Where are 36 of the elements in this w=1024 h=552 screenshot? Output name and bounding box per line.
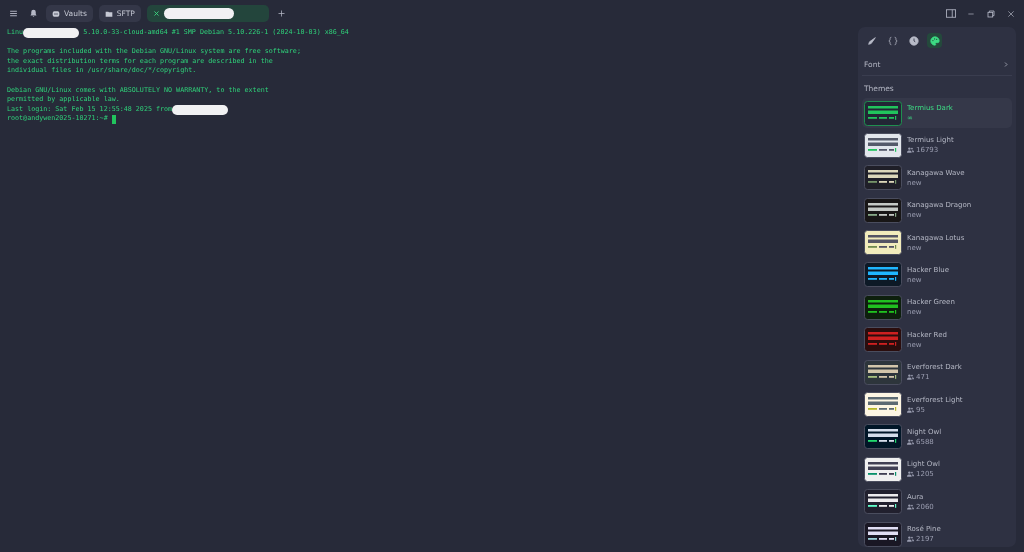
theme-preview bbox=[864, 100, 902, 126]
theme-preview bbox=[864, 294, 902, 320]
sidebar-toggle-icon[interactable] bbox=[944, 6, 958, 21]
close-icon[interactable] bbox=[152, 10, 160, 17]
theme-preview bbox=[864, 392, 902, 417]
users-icon bbox=[907, 406, 914, 413]
theme-preview bbox=[864, 132, 902, 158]
session-tab[interactable] bbox=[146, 5, 269, 22]
users-icon bbox=[907, 374, 914, 381]
theme-preview bbox=[864, 456, 902, 482]
folder-icon bbox=[104, 9, 113, 18]
chevron-right-icon bbox=[1003, 61, 1009, 68]
users-icon bbox=[907, 147, 914, 154]
redaction-mark bbox=[172, 104, 229, 115]
redaction-mark bbox=[163, 8, 234, 19]
users-icon bbox=[907, 503, 914, 510]
theme-preview bbox=[864, 424, 902, 450]
redaction-mark bbox=[23, 27, 80, 38]
tool-tab[interactable] bbox=[927, 33, 942, 48]
theme-preview bbox=[864, 359, 902, 385]
theme-preview bbox=[864, 521, 902, 547]
theme-preview bbox=[864, 489, 902, 515]
theme-preview bbox=[864, 165, 902, 191]
vault-icon bbox=[52, 9, 60, 18]
clock-icon bbox=[908, 35, 919, 46]
theme-preview bbox=[864, 230, 902, 256]
theme-preview bbox=[864, 262, 902, 288]
palette-icon bbox=[929, 35, 940, 46]
theme-preview bbox=[864, 197, 902, 223]
users-icon bbox=[907, 471, 914, 478]
braces-icon bbox=[887, 35, 898, 46]
theme-preview bbox=[864, 327, 902, 353]
cursor bbox=[111, 114, 116, 124]
users-icon bbox=[907, 536, 914, 543]
tool-tab[interactable] bbox=[906, 33, 921, 48]
users-icon bbox=[907, 438, 914, 445]
